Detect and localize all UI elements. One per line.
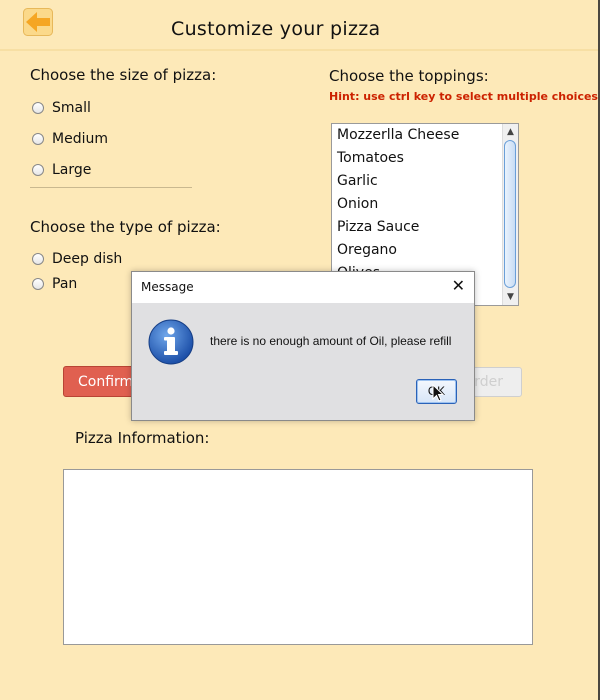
- radio-label: Large: [52, 162, 92, 178]
- radio-circle[interactable]: [32, 253, 44, 265]
- message-dialog: Message ✕ there is no enough amount of O…: [131, 271, 475, 421]
- radio-label: Pan: [52, 276, 78, 292]
- dialog-message: there is no enough amount of Oil, please…: [210, 334, 452, 348]
- dialog-title-bar[interactable]: Message ✕: [132, 272, 474, 303]
- back-arrow-icon: [23, 8, 53, 36]
- close-icon[interactable]: ✕: [452, 277, 465, 295]
- radio-type-deep-dish[interactable]: Deep dish: [32, 251, 122, 267]
- pizza-app-window: Customize your pizza Choose the size of …: [0, 0, 598, 700]
- radio-label: Deep dish: [52, 251, 123, 267]
- chevron-up-icon[interactable]: ▲: [503, 125, 518, 139]
- radio-type-pan[interactable]: Pan: [32, 276, 77, 292]
- dialog-title: Message: [141, 280, 194, 294]
- scrollbar-thumb[interactable]: [504, 140, 516, 288]
- list-item[interactable]: Onion: [332, 193, 502, 216]
- list-item[interactable]: Pizza Sauce: [332, 216, 502, 239]
- size-separator: [30, 187, 192, 188]
- toppings-hint: Hint: use ctrl key to select multiple ch…: [329, 90, 598, 103]
- radio-size-small[interactable]: Small: [32, 100, 91, 116]
- toppings-list: Mozzerlla Cheese Tomatoes Garlic Onion P…: [332, 124, 502, 285]
- info-icon: [148, 319, 194, 365]
- radio-size-medium[interactable]: Medium: [32, 131, 108, 147]
- radio-size-large[interactable]: Large: [32, 162, 91, 178]
- mouse-cursor-icon: [432, 383, 445, 402]
- radio-label: Medium: [52, 131, 108, 147]
- list-item[interactable]: Oregano: [332, 239, 502, 262]
- page-title: Customize your pizza: [171, 18, 381, 40]
- toppings-scrollbar[interactable]: ▲ ▼: [502, 124, 518, 305]
- list-item[interactable]: Garlic: [332, 170, 502, 193]
- list-item[interactable]: Mozzerlla Cheese: [332, 124, 502, 147]
- radio-circle[interactable]: [32, 102, 44, 114]
- pizza-info-textarea[interactable]: [63, 469, 533, 645]
- radio-label: Small: [52, 100, 91, 116]
- radio-circle[interactable]: [32, 133, 44, 145]
- back-button[interactable]: [23, 8, 53, 36]
- list-item[interactable]: Tomatoes: [332, 147, 502, 170]
- title-divider: [0, 49, 598, 51]
- pizza-info-label: Pizza Information:: [75, 429, 210, 447]
- radio-circle[interactable]: [32, 164, 44, 176]
- chevron-down-icon[interactable]: ▼: [503, 290, 518, 304]
- toppings-section-label: Choose the toppings:: [329, 67, 489, 85]
- size-section-label: Choose the size of pizza:: [30, 66, 217, 84]
- radio-circle[interactable]: [32, 278, 44, 290]
- type-section-label: Choose the type of pizza:: [30, 218, 221, 236]
